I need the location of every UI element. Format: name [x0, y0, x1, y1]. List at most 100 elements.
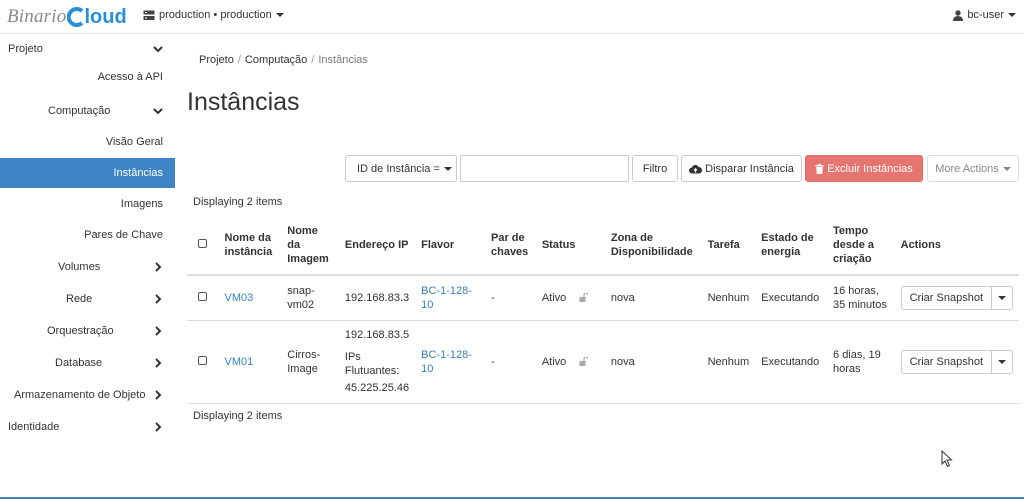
col-actions: Actions: [894, 216, 1019, 276]
user-icon: [953, 9, 964, 21]
filter-button[interactable]: Filtro: [632, 155, 678, 182]
cell-flavor: BC-1-128-10: [415, 275, 485, 321]
cell-actions: Criar Snapshot: [894, 320, 1019, 404]
floating-ip: 45.225.25.46: [344, 382, 410, 394]
col-ip[interactable]: Endereço IP: [338, 216, 416, 276]
cell-flavor: BC-1-128-10: [415, 320, 485, 404]
delete-instances-button[interactable]: Excluir Instâncias: [805, 155, 923, 182]
breadcrumb-projeto[interactable]: Projeto: [199, 54, 234, 66]
col-status[interactable]: Status: [535, 216, 605, 276]
cell-keypair: -: [484, 320, 536, 404]
more-actions-button[interactable]: More Actions: [927, 155, 1019, 182]
select-all-cell: [187, 216, 219, 276]
cloud-logo-icon: [67, 7, 84, 27]
sidebar-item-label: Projeto: [8, 43, 43, 55]
cell-ip: 192.168.83.5 IPs Flutuantes: 45.225.25.4…: [338, 320, 416, 404]
sidebar-item-label: Instâncias: [113, 167, 163, 179]
sidebar-item-label: Identidade: [8, 421, 60, 433]
chevron-right-icon: [155, 294, 162, 304]
brand-logo[interactable]: Binario loud: [7, 5, 127, 29]
chevron-right-icon: [155, 422, 162, 432]
cell-keypair: -: [484, 275, 536, 321]
instance-name-link[interactable]: VM01: [225, 356, 254, 368]
unlock-icon: [579, 357, 589, 367]
chevron-right-icon: [155, 390, 162, 400]
flavor-link[interactable]: BC-1-128-10: [421, 349, 472, 375]
unlock-icon: [579, 293, 589, 303]
cell-power: Executando: [755, 320, 828, 404]
sidebar-item-instancias[interactable]: Instâncias: [0, 158, 175, 188]
sidebar-item-label: Visão Geral: [105, 136, 163, 148]
breadcrumb-computacao[interactable]: Computação: [245, 54, 307, 66]
sidebar-item-pares-de-chave[interactable]: Pares de Chave: [0, 220, 175, 250]
sidebar-item-projeto[interactable]: Projeto: [0, 34, 175, 64]
row-checkbox[interactable]: [198, 291, 207, 301]
sidebar-item-orquestracao[interactable]: Orquestração: [0, 316, 175, 346]
caret-down-icon: [1008, 13, 1016, 17]
mouse-cursor-icon: [941, 450, 953, 468]
sidebar-item-label: Volumes: [58, 261, 101, 273]
row-actions-toggle[interactable]: [992, 287, 1012, 309]
cell-power: Executando: [755, 275, 828, 321]
cell-zone: nova: [604, 275, 702, 321]
col-power[interactable]: Estado de energia: [755, 216, 828, 276]
col-keypair[interactable]: Par de chaves: [484, 216, 536, 276]
ip-fixed: 192.168.83.3: [344, 291, 410, 304]
sidebar-item-label: Database: [55, 357, 103, 369]
select-all-checkbox[interactable]: [198, 239, 207, 248]
project-name: production • production: [159, 9, 272, 21]
create-snapshot-button[interactable]: Criar Snapshot: [902, 286, 992, 309]
cell-zone: nova: [604, 320, 702, 404]
sidebar-item-identidade[interactable]: Identidade: [0, 412, 175, 442]
cloud-upload-icon: [689, 164, 703, 173]
page-title: Instâncias: [187, 88, 300, 116]
table-header-row: Nome da instância Nome da Imagem Endereç…: [187, 216, 1019, 276]
flavor-link[interactable]: BC-1-128-10: [421, 285, 472, 311]
filter-input[interactable]: [460, 155, 629, 182]
delete-instances-label: Excluir Instâncias: [827, 162, 913, 175]
sidebar-item-label: Imagens: [120, 198, 163, 210]
table-row: VM01 Cirros-Image 192.168.83.5 IPs Flutu…: [187, 320, 1019, 404]
cell-name: VM01: [218, 320, 282, 404]
user-dropdown[interactable]: bc-user: [953, 9, 1016, 21]
displaying-count-bottom: Displaying 2 items: [193, 410, 283, 422]
col-age[interactable]: Tempo desde a criação: [827, 216, 895, 276]
sidebar-item-rede[interactable]: Rede: [0, 284, 175, 314]
cell-status: Ativo: [535, 275, 605, 321]
floating-ip-label: IPs Flutuantes:: [344, 351, 400, 377]
launch-instance-label: Disparar Instância: [705, 162, 794, 175]
sidebar-item-database[interactable]: Database: [0, 348, 175, 378]
chevron-right-icon: [155, 262, 162, 272]
sidebar-item-volumes[interactable]: Volumes: [0, 252, 175, 282]
sidebar-item-computacao[interactable]: Computação: [0, 96, 175, 126]
row-checkbox[interactable]: [198, 355, 207, 365]
sidebar-item-imagens[interactable]: Imagens: [0, 189, 175, 219]
col-image[interactable]: Nome da Imagem: [281, 216, 339, 276]
instance-name-link[interactable]: VM03: [225, 292, 254, 304]
sidebar-item-label: Acesso à API: [97, 71, 163, 83]
displaying-count-top: Displaying 2 items: [193, 196, 283, 208]
sidebar-item-label: Rede: [66, 293, 93, 305]
row-actions-toggle[interactable]: [992, 351, 1012, 373]
create-snapshot-button[interactable]: Criar Snapshot: [902, 350, 992, 373]
project-dropdown[interactable]: production • production: [143, 9, 284, 21]
col-flavor[interactable]: Flavor: [415, 216, 485, 276]
col-task[interactable]: Tarefa: [701, 216, 756, 276]
chevron-right-icon: [155, 358, 162, 368]
row-select-cell: [187, 275, 219, 321]
instances-table: Nome da instância Nome da Imagem Endereç…: [187, 216, 1019, 404]
chevron-right-icon: [155, 326, 162, 336]
caret-down-icon: [998, 295, 1006, 300]
caret-down-icon: [443, 166, 452, 171]
row-actions-split-button: Criar Snapshot: [900, 349, 1013, 374]
launch-instance-button[interactable]: Disparar Instância: [681, 155, 802, 182]
cell-status: Ativo: [535, 320, 605, 404]
col-name[interactable]: Nome da instância: [218, 216, 282, 276]
col-zone[interactable]: Zona de Disponibilidade: [604, 216, 702, 276]
sidebar-item-armazenamento[interactable]: Armazenamento de Objeto: [0, 380, 175, 410]
filter-field-label: ID de Instância =: [357, 162, 440, 175]
cell-image: snap-vm02: [281, 275, 339, 321]
sidebar-item-visao-geral[interactable]: Visão Geral: [0, 127, 175, 157]
sidebar-item-acesso-api[interactable]: Acesso à API: [0, 62, 175, 92]
filter-field-select[interactable]: ID de Instância =: [345, 155, 457, 182]
